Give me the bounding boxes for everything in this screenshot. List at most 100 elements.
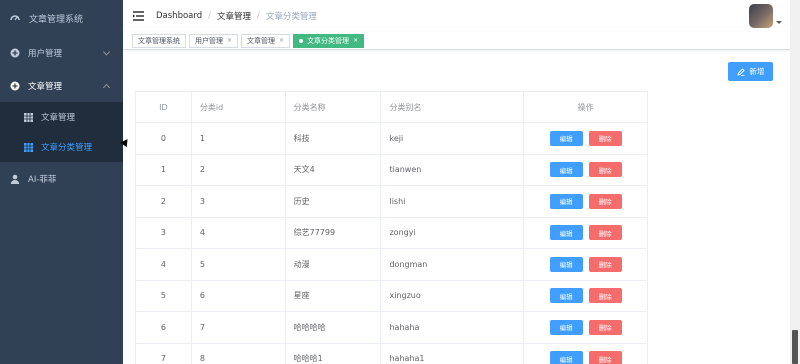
cell-category-id: 5 [190,248,286,281]
cell-id: 0 [135,122,192,155]
cell-category-id: 3 [190,185,286,218]
breadcrumb-dashboard[interactable]: Dashboard [156,11,202,21]
breadcrumb-article-management[interactable]: 文章管理 [217,10,251,22]
dashboard-icon [10,15,20,21]
cell-actions: 编辑 删除 [523,343,648,364]
column-header-category-name: 分类名称 [284,91,381,123]
column-header-category-id: 分类id [190,91,286,123]
edit-button[interactable]: 编辑 [549,256,583,272]
cell-category-name: 天文4 [284,154,381,186]
plus-circle-icon [10,81,20,90]
delete-button[interactable]: 删除 [588,193,622,209]
tag-user-management[interactable]: 用户管理 × [189,33,239,48]
edit-button[interactable]: 编辑 [549,288,583,304]
cell-category-alias: xingzuo [380,280,524,312]
cell-category-alias: hahaha [380,311,524,344]
cell-category-alias: lishi [380,185,524,218]
menu-item-ai[interactable]: AI-菲菲 [0,162,123,195]
cell-category-name: 综艺77799 [284,217,381,249]
table-row: 0 1 科技 keji 编辑 删除 [135,122,648,155]
scrollbar-thumb[interactable] [792,330,798,364]
sidebar-item-label: 文章分类管理 [41,143,93,153]
edit-button[interactable]: 编辑 [549,225,583,241]
close-icon[interactable]: × [279,37,284,44]
close-icon[interactable]: × [227,37,232,44]
delete-button[interactable]: 删除 [588,351,622,364]
submenu-article: 文章管理 文章分类管理 [0,102,123,162]
tag-label: 用户管理 [195,36,223,45]
cell-category-id: 2 [190,154,286,186]
hamburger-icon[interactable] [133,11,144,21]
cell-id: 6 [135,311,192,344]
sidebar: 文章管理系统 用户管理 文章管理 文章管理 文章分类管理 AI-菲菲 [0,0,123,364]
cell-category-name: 哈哈哈1 [284,343,381,364]
cell-category-id: 1 [190,122,286,155]
menu-item-user-management[interactable]: 用户管理 [0,36,123,69]
cell-id: 3 [135,217,192,249]
tag-article-management[interactable]: 文章管理 × [241,33,291,48]
tag-home[interactable]: 文章管理系统 [132,33,186,48]
sidebar-item-article-category[interactable]: 文章分类管理 [0,132,123,162]
tags-view: 文章管理系统 用户管理 × 文章管理 × 文章分类管理 × [123,32,790,50]
cell-category-name: 动漫 [284,248,381,281]
cell-category-id: 6 [190,280,286,312]
table-header-row: ID 分类id 分类名称 分类别名 操作 [135,91,648,123]
cell-category-alias: zongyi [380,217,524,249]
cell-category-alias: tianwen [380,154,524,186]
edit-button[interactable]: 编辑 [549,130,583,146]
table-row: 5 6 星座 xingzuo 编辑 删除 [135,280,648,312]
edit-button[interactable]: 编辑 [549,319,583,335]
delete-button[interactable]: 删除 [588,225,622,241]
grid-icon [24,112,33,122]
cell-category-alias: dongman [380,248,524,281]
user-icon [10,174,20,184]
cell-category-name: 哈哈哈哈 [284,311,381,344]
table-row: 4 5 动漫 dongman 编辑 删除 [135,248,648,281]
tag-article-category[interactable]: 文章分类管理 × [293,33,365,48]
add-button[interactable]: 新增 [728,62,773,81]
plus-circle-icon [10,48,20,57]
close-icon[interactable]: × [353,37,358,44]
table-row: 1 2 天文4 tianwen 编辑 删除 [135,154,648,186]
logo-title: 文章管理系统 [29,14,84,25]
cell-actions: 编辑 删除 [523,217,648,249]
tag-label: 文章管理 [247,36,276,45]
delete-button[interactable]: 删除 [588,256,622,272]
menu-item-label: 文章管理 [28,81,63,92]
delete-button[interactable]: 删除 [588,288,622,304]
category-table: ID 分类id 分类名称 分类别名 操作 0 1 科技 keji 编辑 删除 1 2 天文4 ti… [135,91,648,364]
cell-actions: 编辑 删除 [523,154,648,186]
edit-button[interactable]: 编辑 [549,162,583,178]
grid-icon [24,142,33,152]
menu-item-article-management[interactable]: 文章管理 [0,69,123,102]
cell-actions: 编辑 删除 [523,280,648,312]
cell-category-name: 科技 [284,122,381,155]
logo[interactable]: 文章管理系统 [0,0,123,36]
table-row: 6 7 哈哈哈哈 hahaha 编辑 删除 [135,311,648,344]
cell-actions: 编辑 删除 [523,248,648,281]
scrollbar[interactable] [790,0,800,364]
menu-item-label: 用户管理 [28,48,63,59]
navbar: Dashboard / 文章管理 / 文章分类管理 [123,0,790,32]
column-header-category-alias: 分类别名 [380,91,524,123]
table-row: 3 4 综艺77799 zongyi 编辑 删除 [135,217,648,249]
cell-category-id: 7 [190,311,286,344]
edit-icon [736,67,745,76]
edit-button[interactable]: 编辑 [549,193,583,209]
delete-button[interactable]: 删除 [588,162,622,178]
breadcrumb: Dashboard / 文章管理 / 文章分类管理 [156,10,317,22]
chevron-up-icon [102,83,111,91]
breadcrumb-separator: / [208,11,211,21]
cell-id: 7 [135,343,192,364]
cell-id: 2 [135,185,192,218]
avatar[interactable] [749,4,773,28]
cell-category-alias: keji [380,122,524,155]
sidebar-item-article-list[interactable]: 文章管理 [0,102,123,132]
delete-button[interactable]: 删除 [588,319,622,335]
cell-id: 5 [135,280,192,312]
delete-button[interactable]: 删除 [588,130,622,146]
cell-category-alias: hahaha1 [380,343,524,364]
caret-down-icon[interactable] [776,21,782,24]
menu-item-label: AI-菲菲 [28,174,57,185]
edit-button[interactable]: 编辑 [549,351,583,364]
